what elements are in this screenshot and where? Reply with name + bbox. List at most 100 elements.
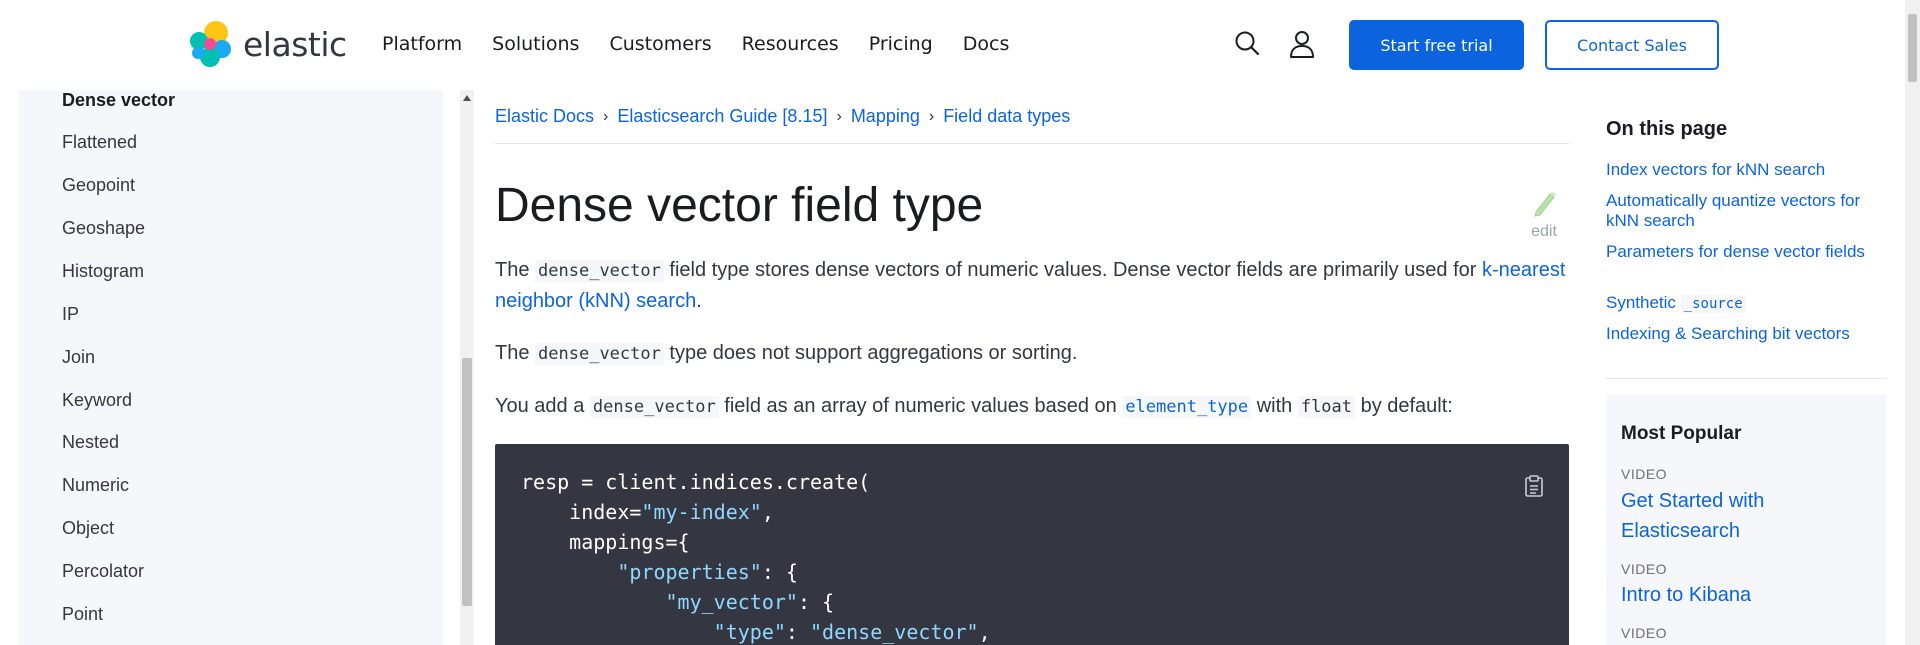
nav-docs[interactable]: Docs [963, 33, 1010, 55]
text: field as an array of numeric values base… [718, 395, 1123, 417]
toc-link-parameters[interactable]: Parameters for dense vector fields [1606, 242, 1886, 262]
nav-solutions[interactable]: Solutions [492, 33, 579, 55]
text: You add a [495, 395, 590, 417]
sidebar-item-keyword[interactable]: Keyword [62, 390, 132, 411]
breadcrumb-divider [495, 143, 1569, 144]
video-tag: VIDEO [1621, 466, 1668, 482]
code-string: "my_vector" [665, 590, 798, 614]
elastic-logo[interactable]: elastic [187, 20, 347, 68]
inline-code: dense_vector [535, 343, 664, 365]
code-text: resp = client.indices.create( [521, 470, 871, 494]
code-text: , [761, 500, 774, 524]
start-free-trial-button[interactable]: Start free trial [1349, 20, 1524, 70]
sidebar-item-percolator[interactable]: Percolator [62, 561, 144, 582]
toc-link-code: _source [1680, 295, 1746, 313]
sidebar-scroll-thumb[interactable] [462, 358, 472, 606]
code-line: resp = client.indices.create( [521, 470, 870, 494]
nav-pricing[interactable]: Pricing [869, 33, 933, 55]
nav-resources[interactable]: Resources [742, 33, 839, 55]
breadcrumb-mapping[interactable]: Mapping [851, 106, 920, 127]
text: type does not support aggregations or so… [663, 342, 1078, 364]
sidebar-item-geoshape[interactable]: Geoshape [62, 218, 145, 239]
edit-label: edit [1531, 223, 1557, 240]
logo-text: elastic [243, 24, 347, 64]
toc-link-synthetic-source[interactable]: Synthetic _source [1606, 293, 1886, 314]
code-text: , [978, 620, 991, 644]
toc-divider [1606, 378, 1886, 379]
sidebar-item-join[interactable]: Join [62, 347, 95, 368]
page-scrollbar[interactable] [1905, 0, 1920, 645]
popular-link-get-started[interactable]: Get Started with Elasticsearch [1621, 486, 1871, 546]
inline-code: float [1297, 396, 1356, 418]
toc-link-text: Synthetic [1606, 293, 1681, 312]
page-title: Dense vector field type [495, 179, 984, 232]
sidebar-item-object[interactable]: Object [62, 518, 114, 539]
sidebar-item-numeric[interactable]: Numeric [62, 475, 129, 496]
elastic-logo-icon [190, 21, 231, 67]
code-string: "my-index" [641, 500, 762, 524]
code-line: mappings={ [521, 530, 690, 554]
code-text: : [785, 620, 810, 644]
contact-sales-button[interactable]: Contact Sales [1545, 20, 1719, 70]
clipboard-icon[interactable] [1524, 474, 1544, 503]
video-tag: VIDEO [1621, 561, 1668, 577]
nav-platform[interactable]: Platform [382, 33, 462, 55]
sidebar-item-flattened[interactable]: Flattened [62, 132, 137, 153]
scroll-up-arrow-icon[interactable] [463, 95, 471, 101]
text: The [495, 342, 536, 364]
pencil-icon [1531, 191, 1557, 222]
usage-paragraph: You add a dense_vector field as an array… [495, 391, 1570, 422]
breadcrumb-elasticsearch-guide[interactable]: Elasticsearch Guide [8.15] [617, 106, 827, 127]
breadcrumb: Elastic Docs › Elasticsearch Guide [8.15… [495, 106, 1070, 127]
text: . [696, 290, 702, 312]
toc-title: On this page [1606, 118, 1728, 140]
text: The [495, 259, 536, 281]
text: by default: [1355, 395, 1453, 417]
aggregation-paragraph: The dense_vector type does not support a… [495, 338, 1570, 369]
video-tag: VIDEO [1621, 625, 1668, 641]
code-string: "properties" [617, 560, 762, 584]
docs-sidebar: Dense vector Flattened Geopoint Geoshape… [19, 90, 443, 645]
sidebar-item-nested[interactable]: Nested [62, 432, 119, 453]
code-block: resp = client.indices.create( index="my-… [495, 444, 1569, 645]
inline-code: dense_vector [589, 396, 719, 418]
code-string: "type" [713, 620, 786, 644]
toc-link-quantize-vectors[interactable]: Automatically quantize vectors for kNN s… [1606, 191, 1886, 231]
code-line: index="my-index", [521, 500, 774, 524]
site-header: elastic Platform Solutions Customers Res… [0, 0, 1905, 90]
breadcrumb-elastic-docs[interactable]: Elastic Docs [495, 106, 594, 127]
code-line: "type": "dense_vector", [521, 620, 991, 644]
sidebar-item-histogram[interactable]: Histogram [62, 261, 144, 282]
code-line: "properties": { [521, 560, 798, 584]
sidebar-item-point[interactable]: Point [62, 604, 103, 625]
code-text: mappings={ [521, 530, 690, 554]
code-text: : { [797, 590, 835, 614]
most-popular-title: Most Popular [1621, 423, 1742, 444]
breadcrumb-separator: › [603, 107, 609, 125]
edit-link[interactable]: edit [1527, 188, 1561, 241]
text: field type stores dense vectors of numer… [663, 259, 1482, 281]
toc-link-bit-vectors[interactable]: Indexing & Searching bit vectors [1606, 324, 1886, 344]
text: with [1251, 395, 1298, 417]
nav-customers[interactable]: Customers [609, 33, 711, 55]
intro-paragraph: The dense_vector field type stores dense… [495, 255, 1570, 316]
user-icon[interactable] [1289, 30, 1315, 63]
breadcrumb-field-data-types[interactable]: Field data types [943, 106, 1070, 127]
search-icon[interactable] [1234, 30, 1260, 61]
sidebar-item-dense-vector[interactable]: Dense vector [62, 90, 175, 111]
toc-link-index-vectors[interactable]: Index vectors for kNN search [1606, 160, 1886, 180]
breadcrumb-separator: › [836, 107, 842, 125]
code-string: "dense_vector" [810, 620, 979, 644]
sidebar-item-ip[interactable]: IP [62, 304, 79, 325]
element-type-link[interactable]: element_type [1122, 396, 1252, 418]
code-text: index= [521, 500, 642, 524]
page-scroll-thumb[interactable] [1908, 14, 1917, 82]
inline-code: dense_vector [535, 260, 664, 282]
code-text: : { [761, 560, 798, 584]
sidebar-item-geopoint[interactable]: Geopoint [62, 175, 135, 196]
breadcrumb-separator: › [928, 107, 935, 125]
popular-link-intro-kibana[interactable]: Intro to Kibana [1621, 580, 1871, 610]
